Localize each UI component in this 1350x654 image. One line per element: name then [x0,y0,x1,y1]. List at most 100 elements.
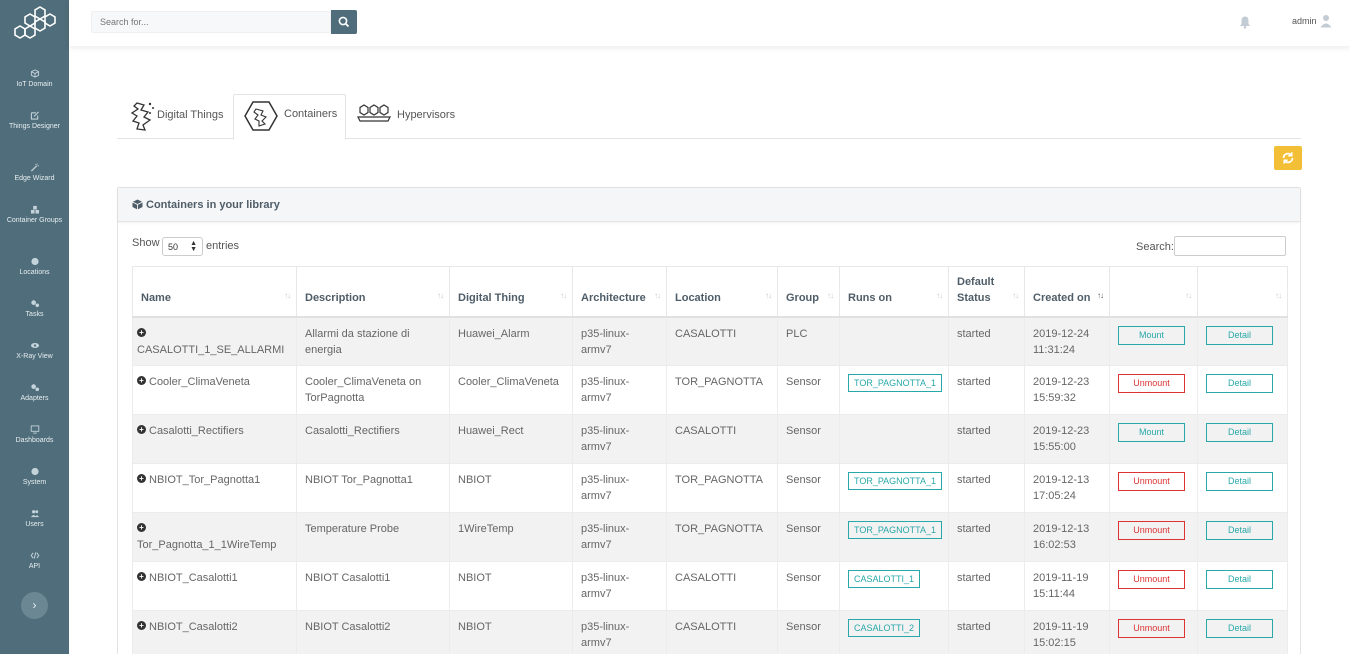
detail-button[interactable]: Detail [1206,423,1273,442]
unmount-button[interactable]: Unmount [1118,472,1185,491]
column-header-group[interactable]: Group ↑↓ [777,266,840,318]
expand-row-icon[interactable]: + [137,474,146,483]
container-name: Tor_Pagnotta_1_1WireTemp [137,539,277,551]
search-button[interactable] [331,10,357,34]
cell-group: PLC [777,316,840,366]
tab-label: Hypervisors [397,109,456,121]
refresh-button[interactable] [1274,146,1302,170]
sort-icon: ↑↓ [560,290,567,300]
tab-digital-things[interactable]: Digital Things [125,94,233,139]
cell-architecture-text: p35-linux-armv7 [581,621,630,649]
cell-default-status-text: started [957,523,991,535]
mount-button[interactable]: Mount [1118,423,1185,442]
cell-group-text: Sensor [786,523,821,535]
expand-row-icon[interactable]: + [137,327,146,337]
column-header-default-status[interactable]: Default Status ↑↓ [948,266,1025,318]
tab-containers[interactable]: Containers [233,94,346,140]
sidebar-item-label: System [22,479,47,486]
cell-created-on-text: 2019-12-23 15:59:32 [1033,376,1090,404]
cubes-icon [30,205,39,214]
cell-created-on-text: 2019-11-19 15:11:44 [1033,572,1089,600]
sidebar-item-edge-wizard[interactable]: Edge Wizard [0,163,69,184]
sidebar-item-label: Locations [19,269,50,276]
search-icon [338,16,350,28]
unmount-button[interactable]: Unmount [1118,619,1185,638]
expand-row-icon[interactable]: + [137,376,146,385]
table-row: + Cooler_ClimaVeneta Cooler_ClimaVeneta on… [132,365,1288,415]
column-header-action[interactable]: ↑↓ [1109,266,1198,318]
sidebar-item-adapters[interactable]: Adapters [0,383,69,404]
cell-description: Allarmi da stazione di energia [296,316,450,366]
cell-architecture-text: p35-linux-armv7 [581,376,630,404]
sidebar-item-tasks[interactable]: Tasks [0,299,69,320]
runs-on-tag[interactable]: TOR_PAGNOTTA_1 [848,374,943,392]
table-search-input[interactable] [1174,236,1286,256]
sidebar-item-dashboards[interactable]: Dashboards [0,425,69,446]
page-length-value: 50 [168,242,179,252]
runs-on-tag[interactable]: TOR_PAGNOTTA_1 [848,521,943,539]
unmount-button[interactable]: Unmount [1118,521,1185,540]
sort-desc-icon: ↑↓ [1097,290,1104,300]
column-header-runs-on[interactable]: Runs on ↑↓ [839,266,949,318]
cell-name: + NBIOT_Casalotti2 [132,610,297,654]
sidebar-item-label: Users [25,521,44,528]
sidebar-item-api[interactable]: API [0,551,69,572]
expand-row-icon[interactable]: + [137,425,146,434]
sidebar-expand-button[interactable]: › [21,592,48,619]
detail-button[interactable]: Detail [1206,472,1273,491]
column-header-detail[interactable]: ↑↓ [1197,266,1288,318]
cell-digital-thing-text: NBIOT [458,621,492,633]
detail-button[interactable]: Detail [1206,619,1273,638]
detail-button[interactable]: Detail [1206,374,1273,393]
user-icon[interactable] [1320,14,1332,28]
column-header-name[interactable]: Name ↑↓ [132,266,297,318]
column-header-architecture[interactable]: Architecture ↑↓ [572,266,667,318]
cell-location-text: CASALOTTI [675,327,737,340]
unmount-button[interactable]: Unmount [1118,374,1185,393]
expand-row-icon[interactable]: + [137,572,146,581]
bell-icon[interactable] [1239,15,1251,29]
search-input[interactable] [91,11,331,33]
column-header-created-on[interactable]: Created on ↑↓ [1024,266,1110,318]
sidebar-item-container-groups[interactable]: Container Groups [0,205,69,226]
cell-created-on-text: 2019-12-13 17:05:24 [1033,474,1090,502]
sidebar-item-iot-domain[interactable]: IoT Domain [0,69,69,90]
page-length-select[interactable]: 50 ▲ ▼ [162,237,203,256]
cell-group-text: Sensor [786,474,821,486]
users-icon [30,510,39,518]
sidebar-item-things-designer[interactable]: Things Designer [0,111,69,132]
cell-created-on: 2019-12-13 17:05:24 [1024,463,1110,513]
runs-on-tag[interactable]: TOR_PAGNOTTA_1 [848,472,943,490]
sidebar-item-locations[interactable]: Locations [0,257,69,278]
detail-button[interactable]: Detail [1206,521,1273,540]
cell-digital-thing: 1WireTemp [449,512,573,562]
mount-button[interactable]: Mount [1118,325,1185,345]
expand-row-icon[interactable]: + [137,523,146,532]
cell-group-text: Sensor [786,425,821,437]
unmount-button[interactable]: Unmount [1118,570,1185,589]
detail-button[interactable]: Detail [1206,325,1273,345]
cell-default-status: started [948,463,1025,513]
cell-location: TOR_PAGNOTTA [666,463,778,513]
user-name[interactable]: admin [1292,16,1317,26]
tab-label: Containers [284,108,338,120]
cell-default-status-text: started [957,327,991,340]
tab-bar: Digital Things Containers Hypervisors [117,94,1301,140]
column-header-digital-thing[interactable]: Digital Thing ↑↓ [449,266,573,318]
table-row: + NBIOT_Casalotti2 NBIOT Casalotti2 NBIOT p3… [132,610,1288,654]
expand-row-icon[interactable]: + [137,621,146,630]
column-header-location[interactable]: Location ↑↓ [666,266,778,318]
runs-on-tag[interactable]: CASALOTTI_1 [848,570,921,588]
sidebar-item-users[interactable]: Users [0,509,69,530]
cell-action: Mount [1109,316,1198,366]
hypervisor-icon [357,104,391,122]
tab-hypervisors[interactable]: Hypervisors [355,94,460,139]
cell-name: + NBIOT_Tor_Pagnotta1 [132,463,297,513]
column-header-description[interactable]: Description ↑↓ [296,266,450,318]
detail-button[interactable]: Detail [1206,570,1273,589]
sidebar-item-system[interactable]: System [0,467,69,488]
sidebar-item-x-ray-view[interactable]: X-Ray View [0,341,69,362]
hexagon-logo-icon[interactable] [10,4,60,42]
runs-on-tag[interactable]: CASALOTTI_2 [848,619,921,637]
container-name: Cooler_ClimaVeneta [149,376,250,388]
